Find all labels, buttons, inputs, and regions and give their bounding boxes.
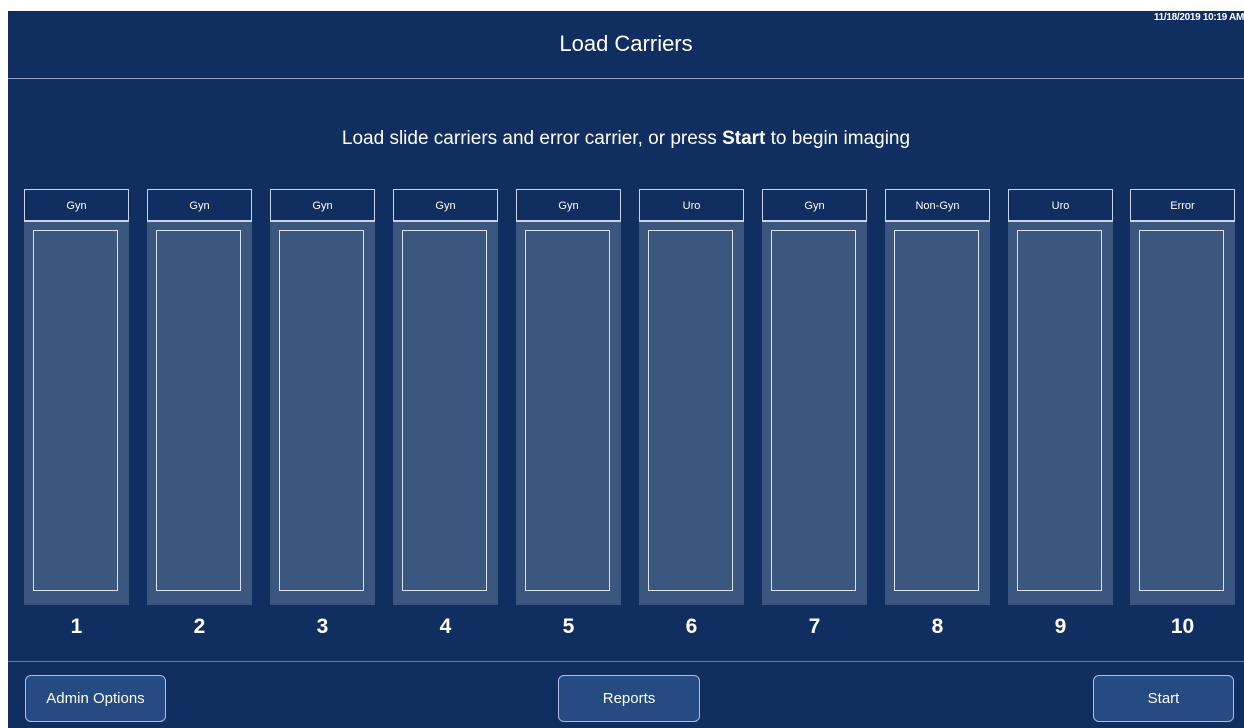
carrier-slot-7[interactable]: Gyn 7 <box>762 189 867 650</box>
carrier-bay <box>270 220 375 605</box>
carrier-slot-outline <box>402 230 487 591</box>
carrier-bay <box>639 220 744 605</box>
carrier-bay <box>885 220 990 605</box>
carrier-slot-10[interactable]: Error 10 <box>1130 189 1235 650</box>
carrier-bay <box>1130 220 1235 605</box>
carrier-slot-5[interactable]: Gyn 5 <box>516 189 621 650</box>
start-button[interactable]: Start <box>1093 675 1234 722</box>
page-title: Load Carriers <box>559 31 693 56</box>
carrier-bay <box>1008 220 1113 605</box>
carrier-slot-6[interactable]: Uro 6 <box>639 189 744 650</box>
carrier-slot-4[interactable]: Gyn 4 <box>393 189 498 650</box>
carrier-slot-outline <box>648 230 733 591</box>
carrier-bay <box>516 220 621 605</box>
carrier-number: 2 <box>147 605 252 649</box>
carrier-bay <box>147 220 252 605</box>
carrier-number: 10 <box>1130 605 1235 649</box>
carrier-number: 3 <box>270 605 375 649</box>
carrier-type-label: Gyn <box>516 189 621 220</box>
carrier-number: 5 <box>516 605 621 649</box>
carrier-slot-8[interactable]: Non-Gyn 8 <box>885 189 990 650</box>
instruction-prefix: Load slide carriers and error carrier, o… <box>341 128 723 149</box>
carrier-slot-outline <box>771 230 856 591</box>
admin-options-button[interactable]: Admin Options <box>25 675 166 722</box>
carrier-number: 8 <box>885 605 990 649</box>
carrier-type-label: Uro <box>1008 189 1113 220</box>
carrier-type-label: Gyn <box>762 189 867 220</box>
carrier-number: 1 <box>24 605 129 649</box>
carrier-type-label: Non-Gyn <box>885 189 990 220</box>
carrier-bay <box>24 220 129 605</box>
carrier-type-label: Uro <box>639 189 744 220</box>
carrier-number: 9 <box>1008 605 1113 649</box>
carrier-slot-outline <box>156 230 241 591</box>
instruction-emphasis: Start <box>722 128 766 149</box>
carrier-slot-2[interactable]: Gyn 2 <box>147 189 252 650</box>
carrier-slot-outline <box>894 230 979 591</box>
instruction-text: Load slide carriers and error carrier, o… <box>8 128 1244 150</box>
carrier-type-label: Gyn <box>147 189 252 220</box>
carrier-type-label: Error <box>1130 189 1235 220</box>
datetime-display: 11/18/2019 10:19 AM <box>1153 12 1244 23</box>
carrier-slot-1[interactable]: Gyn 1 <box>24 189 129 650</box>
carrier-type-label: Gyn <box>393 189 498 220</box>
carrier-bay <box>762 220 867 605</box>
carrier-slot-outline <box>525 230 610 591</box>
carrier-bay <box>393 220 498 605</box>
carrier-number: 7 <box>762 605 867 649</box>
carrier-slot-3[interactable]: Gyn 3 <box>270 189 375 650</box>
carrier-number: 4 <box>393 605 498 649</box>
carrier-slot-outline <box>33 230 118 591</box>
reports-button[interactable]: Reports <box>558 675 700 722</box>
carrier-slot-outline <box>1139 230 1224 591</box>
carrier-type-label: Gyn <box>270 189 375 220</box>
carrier-slot-outline <box>279 230 364 591</box>
carrier-slot-outline <box>1017 230 1102 591</box>
footer-divider <box>8 661 1244 662</box>
instruction-suffix: to begin imaging <box>765 128 911 149</box>
load-carriers-screen: Load Carriers 11/18/2019 10:19 AM Load s… <box>8 11 1244 728</box>
carrier-slot-9[interactable]: Uro 9 <box>1008 189 1113 650</box>
header-bar: Load Carriers 11/18/2019 10:19 AM <box>8 11 1244 79</box>
carrier-type-label: Gyn <box>24 189 129 220</box>
carrier-number: 6 <box>639 605 744 649</box>
